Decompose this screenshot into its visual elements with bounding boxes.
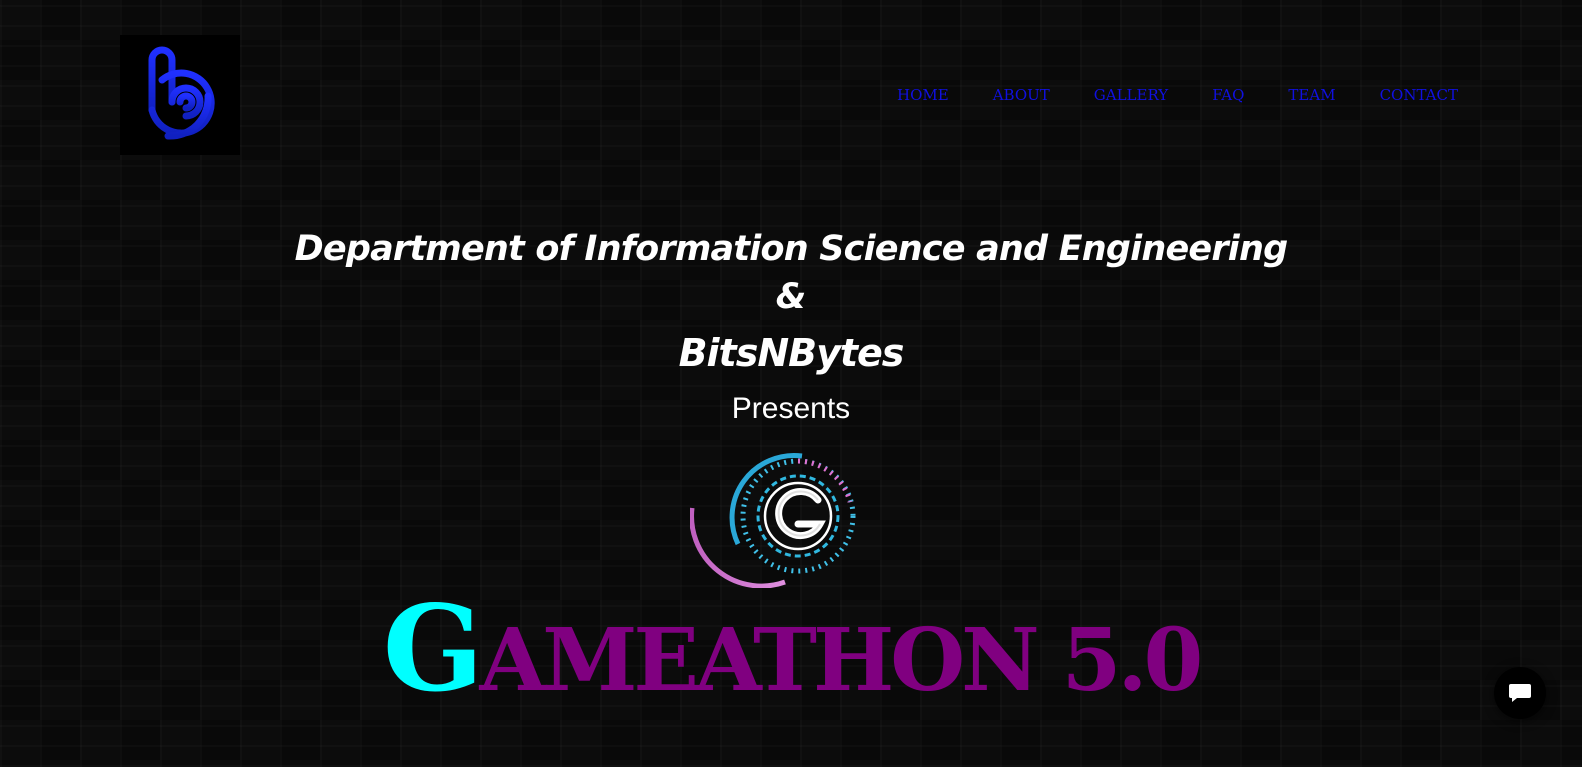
- fingerprint-b-logo-icon: [148, 46, 215, 140]
- event-title-rest: AMEATHON 5.0: [479, 610, 1203, 711]
- nav-about-link[interactable]: ABOUT: [993, 84, 1050, 106]
- chat-bubble-icon: [1509, 684, 1531, 702]
- main-nav: HOME ABOUT GALLERY FAQ TEAM CONTACT: [897, 84, 1458, 106]
- nav-faq-link[interactable]: FAQ: [1212, 84, 1244, 106]
- club-name-heading: BitsNBytes: [678, 331, 905, 375]
- ampersand-text: &: [775, 277, 807, 317]
- nav-gallery-link[interactable]: GALLERY: [1094, 84, 1168, 106]
- department-heading: Department of Information Science and En…: [294, 229, 1289, 269]
- event-title-first-letter: G: [382, 579, 484, 718]
- chat-button[interactable]: [1494, 667, 1546, 719]
- presents-text: Presents: [731, 392, 851, 425]
- event-title: GAMEATHON 5.0: [0, 590, 1582, 720]
- gameathon-g-logo-icon: [690, 453, 856, 588]
- nav-home-link[interactable]: HOME: [897, 84, 949, 106]
- site-logo[interactable]: [120, 35, 240, 155]
- nav-team-link[interactable]: TEAM: [1288, 84, 1335, 106]
- nav-contact-link[interactable]: CONTACT: [1380, 84, 1458, 106]
